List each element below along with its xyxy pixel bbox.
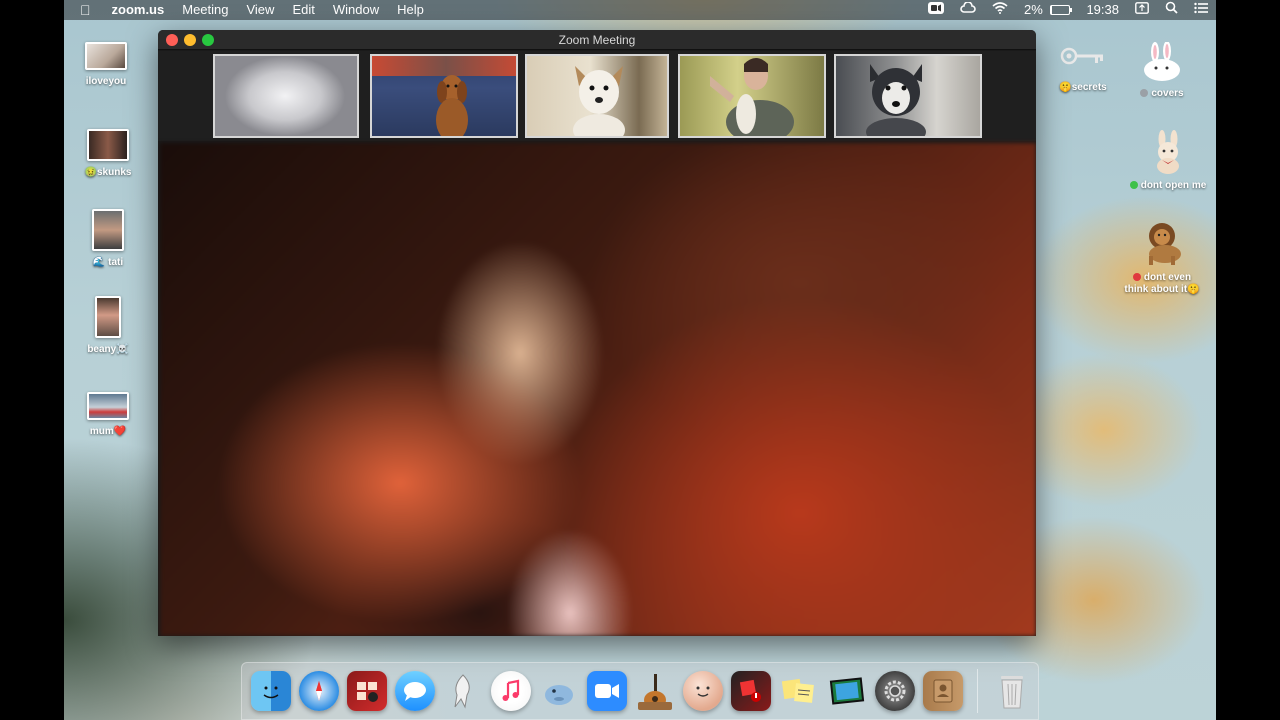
participant-video-tile[interactable]: [834, 54, 982, 138]
photo-thumbnail: [87, 392, 129, 420]
contacts-icon[interactable]: [923, 671, 963, 711]
app-menu-zoom[interactable]: zoom.us: [103, 0, 174, 20]
active-speaker-video[interactable]: [160, 143, 1036, 636]
dachshund-figure: [436, 75, 468, 136]
desktop-icon-covers[interactable]: covers: [1126, 41, 1198, 100]
zoom-status-icon[interactable]: [920, 0, 952, 20]
desktop-icon-dont-open-me[interactable]: dont open me: [1120, 130, 1216, 192]
desktop-icon-beany[interactable]: beany☠️: [78, 296, 138, 356]
desktop-icon-label: dont open me: [1140, 180, 1207, 191]
photo-thumbnail: [85, 42, 127, 70]
tati-emoji: 🌊: [92, 257, 106, 268]
menu-meeting[interactable]: Meeting: [173, 0, 237, 20]
desktop-icon-label: beany: [87, 344, 117, 355]
spotlight-search-icon[interactable]: [1157, 0, 1186, 20]
red-tag-dot: [1132, 273, 1141, 281]
desktop-icon-label: tati: [108, 257, 124, 268]
secrets-emoji: 🤫: [1059, 82, 1072, 93]
stickies-icon[interactable]: [779, 671, 819, 711]
zoom-meeting-window: Zoom Meeting: [158, 30, 1036, 636]
wifi-icon[interactable]: [984, 0, 1016, 20]
dock-separator: [977, 669, 978, 713]
desktop-icon-tati[interactable]: 🌊 tati: [78, 209, 138, 269]
menu-window[interactable]: Window: [324, 0, 388, 20]
inkscape-icon[interactable]: [443, 671, 483, 711]
desktop-icon-mum[interactable]: mum❤️: [78, 392, 138, 438]
memoji-icon[interactable]: [683, 671, 723, 711]
green-tag-dot: [1129, 181, 1138, 189]
dock: [241, 662, 1039, 720]
sequel-pro-icon[interactable]: [539, 671, 579, 711]
desktop-icon-skunks[interactable]: 🤢skunks: [78, 129, 138, 179]
participant-video-tile[interactable]: [370, 54, 518, 138]
bunny-figurine-icon: [1151, 130, 1185, 174]
menu-edit[interactable]: Edit: [283, 0, 323, 20]
participant-strip: [158, 51, 1036, 141]
messages-icon[interactable]: [395, 671, 435, 711]
minimize-button[interactable]: [184, 34, 196, 46]
person-holding-pet-figure: [710, 58, 794, 136]
close-button[interactable]: [166, 34, 178, 46]
finder-icon[interactable]: [251, 671, 291, 711]
window-title: Zoom Meeting: [558, 33, 636, 47]
desktop-icon-label: skunks: [96, 167, 132, 178]
battery-percent: 2%: [1024, 2, 1043, 17]
shush-emoji: 🤫: [1187, 284, 1200, 295]
participant-video-tile[interactable]: [678, 54, 826, 138]
system-preferences-icon[interactable]: [875, 671, 915, 711]
photo-booth-icon[interactable]: [347, 671, 387, 711]
desktop-icon-label-line2: think about it: [1124, 284, 1188, 295]
participant-video-tile[interactable]: [525, 54, 669, 138]
mum-emoji: ❤️: [113, 426, 127, 437]
white-dog-fur: [215, 56, 357, 136]
music-icon[interactable]: [491, 671, 531, 711]
desktop-icon-iloveyou[interactable]: iloveyou: [78, 42, 134, 88]
desktop:  zoom.us Meeting View Edit Window Help …: [64, 0, 1216, 720]
preview-icon[interactable]: [827, 671, 867, 711]
skunks-emoji: 🤢: [84, 167, 97, 178]
fullscreen-button[interactable]: [202, 34, 214, 46]
husky-figure: [866, 64, 926, 136]
trash-icon[interactable]: [992, 671, 1032, 711]
terrier-figure: [573, 66, 625, 136]
beany-emoji: ☠️: [116, 344, 129, 355]
lion-icon: [1139, 220, 1185, 266]
photo-thumbnail: [95, 296, 121, 338]
window-titlebar[interactable]: Zoom Meeting: [158, 30, 1036, 50]
photo-thumbnail: [87, 129, 129, 161]
desktop-icon-label-line1: dont even: [1143, 272, 1192, 283]
photo-slideshow-icon[interactable]: [731, 671, 771, 711]
battery-icon: [1050, 5, 1073, 15]
zoom-icon[interactable]: [587, 671, 627, 711]
notification-center-icon[interactable]: [1186, 0, 1216, 20]
menu-view[interactable]: View: [237, 0, 283, 20]
bunny-icon: [1140, 41, 1184, 82]
desktop-icon-label: secrets: [1071, 82, 1107, 93]
desktop-icon-label: covers: [1151, 88, 1184, 99]
screen-mirror-icon[interactable]: [1127, 0, 1157, 20]
battery-indicator[interactable]: 2%: [1016, 0, 1078, 20]
desktop-icon-dont-even-think-about-it[interactable]: dont even think about it🤫: [1114, 220, 1210, 296]
photo-thumbnail: [92, 209, 124, 251]
menu-bar:  zoom.us Meeting View Edit Window Help …: [64, 0, 1216, 20]
garageband-icon[interactable]: [635, 671, 675, 711]
safari-icon[interactable]: [299, 671, 339, 711]
participant-video-tile[interactable]: [213, 54, 359, 138]
key-icon: [1059, 42, 1107, 78]
menu-help[interactable]: Help: [388, 0, 433, 20]
clock[interactable]: 19:38: [1078, 0, 1127, 20]
gray-tag-dot: [1140, 89, 1149, 97]
desktop-icon-secrets[interactable]: 🤫secrets: [1050, 42, 1116, 94]
desktop-icon-label: mum: [89, 426, 114, 437]
creative-cloud-icon[interactable]: [952, 0, 984, 20]
desktop-icon-label: iloveyou: [85, 76, 127, 87]
apple-icon[interactable]: : [64, 0, 103, 20]
